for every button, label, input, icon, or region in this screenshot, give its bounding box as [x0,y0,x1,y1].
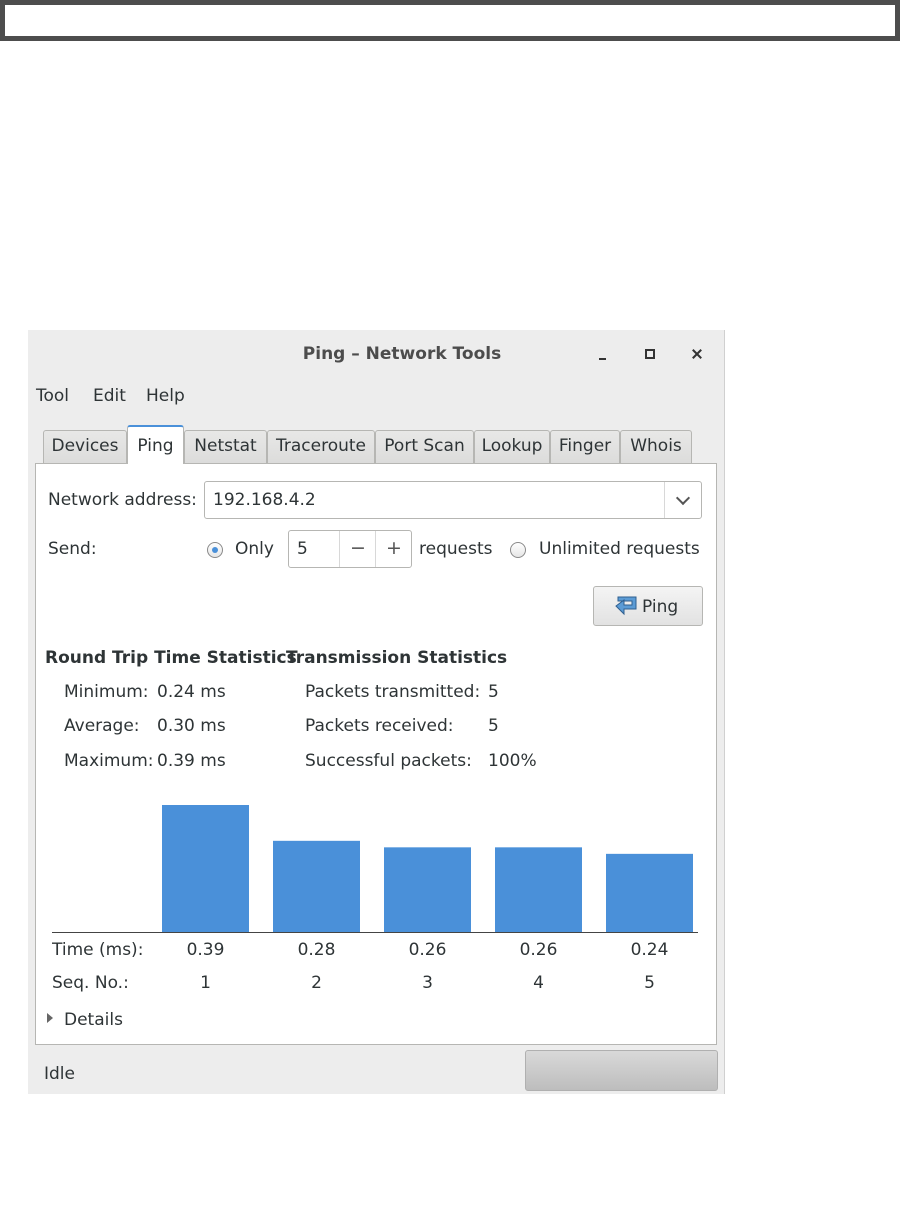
title-bar: Ping – Network Tools [28,330,724,378]
chart-time-value-2: 0.28 [298,940,336,960]
rtt-heading: Round Trip Time Statistics [45,648,297,668]
chart-time-value-4: 0.26 [520,940,558,960]
progress-bar [525,1050,718,1091]
tab-lookup[interactable]: Lookup [474,430,550,463]
chart-bar-3 [384,847,471,932]
requests-label: requests [419,539,493,559]
chart-bar-2 [273,840,360,932]
minimum-value: 0.24 ms [157,682,226,702]
tab-bar: Devices Ping Netstat Traceroute Port Sca… [43,425,723,464]
tab-netstat[interactable]: Netstat [184,430,267,463]
details-expander[interactable]: Details [64,1010,123,1030]
tab-devices[interactable]: Devices [43,430,127,463]
minimum-label: Minimum: [64,682,149,702]
chart-bar-1 [162,805,249,932]
unlimited-label[interactable]: Unlimited requests [539,539,700,559]
chart-time-row-label: Time (ms): [52,940,143,960]
chart-bar-4 [495,847,582,932]
decrement-button[interactable]: − [339,531,376,567]
menu-bar: Tool Edit Help [28,384,724,412]
tab-whois[interactable]: Whois [620,430,692,463]
network-address-label: Network address: [48,490,197,510]
chart-time-value-1: 0.39 [187,940,225,960]
expander-triangle-icon[interactable] [47,1013,53,1023]
transmitted-label: Packets transmitted: [305,682,481,702]
request-count-value[interactable]: 5 [297,539,308,559]
request-count-stepper[interactable]: 5 − + [288,530,412,568]
minimize-icon[interactable] [590,342,614,366]
chevron-down-icon[interactable] [675,490,691,506]
success-label: Successful packets: [305,751,472,771]
average-label: Average: [64,716,140,736]
only-label[interactable]: Only [235,539,274,559]
chart-seq-number-5: 5 [644,973,655,992]
network-tools-window: Ping – Network Tools Tool Edit Help Devi… [28,330,725,1094]
status-bar: Idle [28,1048,724,1094]
close-icon[interactable] [686,342,710,366]
top-frame-bar [5,5,895,36]
maximum-value: 0.39 ms [157,751,226,771]
ping-button[interactable]: Ping [593,586,703,626]
maximize-icon[interactable] [638,342,662,366]
tab-finger[interactable]: Finger [550,430,620,463]
chart-seq-row-label: Seq. No.: [52,973,129,992]
transmitted-value: 5 [488,682,499,702]
tab-traceroute[interactable]: Traceroute [267,430,375,463]
menu-help[interactable]: Help [146,386,185,406]
increment-button[interactable]: + [375,531,412,567]
window-title: Ping – Network Tools [302,344,502,364]
rtt-bar-chart: Time (ms): Seq. No.: 0.39 1 0.28 2 0.26 3 0.26 4 0… [52,805,698,992]
combo-separator [664,482,665,518]
maximum-label: Maximum: [64,751,154,771]
transmission-heading: Transmission Statistics [286,648,508,668]
average-value: 0.30 ms [157,716,226,736]
menu-edit[interactable]: Edit [93,386,126,406]
chart-seq-number-2: 2 [311,973,322,992]
chart-seq-number-4: 4 [533,973,544,992]
unlimited-radio[interactable] [510,542,526,558]
chart-bar-5 [606,853,693,932]
ping-button-label[interactable]: Ping [642,597,678,617]
chart-seq-number-3: 3 [422,973,433,992]
chart-time-value-5: 0.24 [631,940,669,960]
network-address-value[interactable]: 192.168.4.2 [213,490,316,510]
tab-port-scan[interactable]: Port Scan [375,430,474,463]
tab-ping[interactable]: Ping [127,425,184,464]
top-frame [0,0,900,41]
received-value: 5 [488,716,499,736]
ping-panel: Network address: 192.168.4.2 Send: Only … [35,463,717,1045]
received-label: Packets received: [305,716,454,736]
network-address-combo[interactable]: 192.168.4.2 [204,481,702,519]
send-label: Send: [48,539,97,559]
send-arrow-icon [615,596,637,616]
chart-seq-number-1: 1 [200,973,211,992]
menu-tool[interactable]: Tool [36,386,69,406]
success-value: 100% [488,751,537,771]
chart-time-value-3: 0.26 [409,940,447,960]
only-radio[interactable] [207,542,223,558]
status-text: Idle [44,1064,75,1084]
